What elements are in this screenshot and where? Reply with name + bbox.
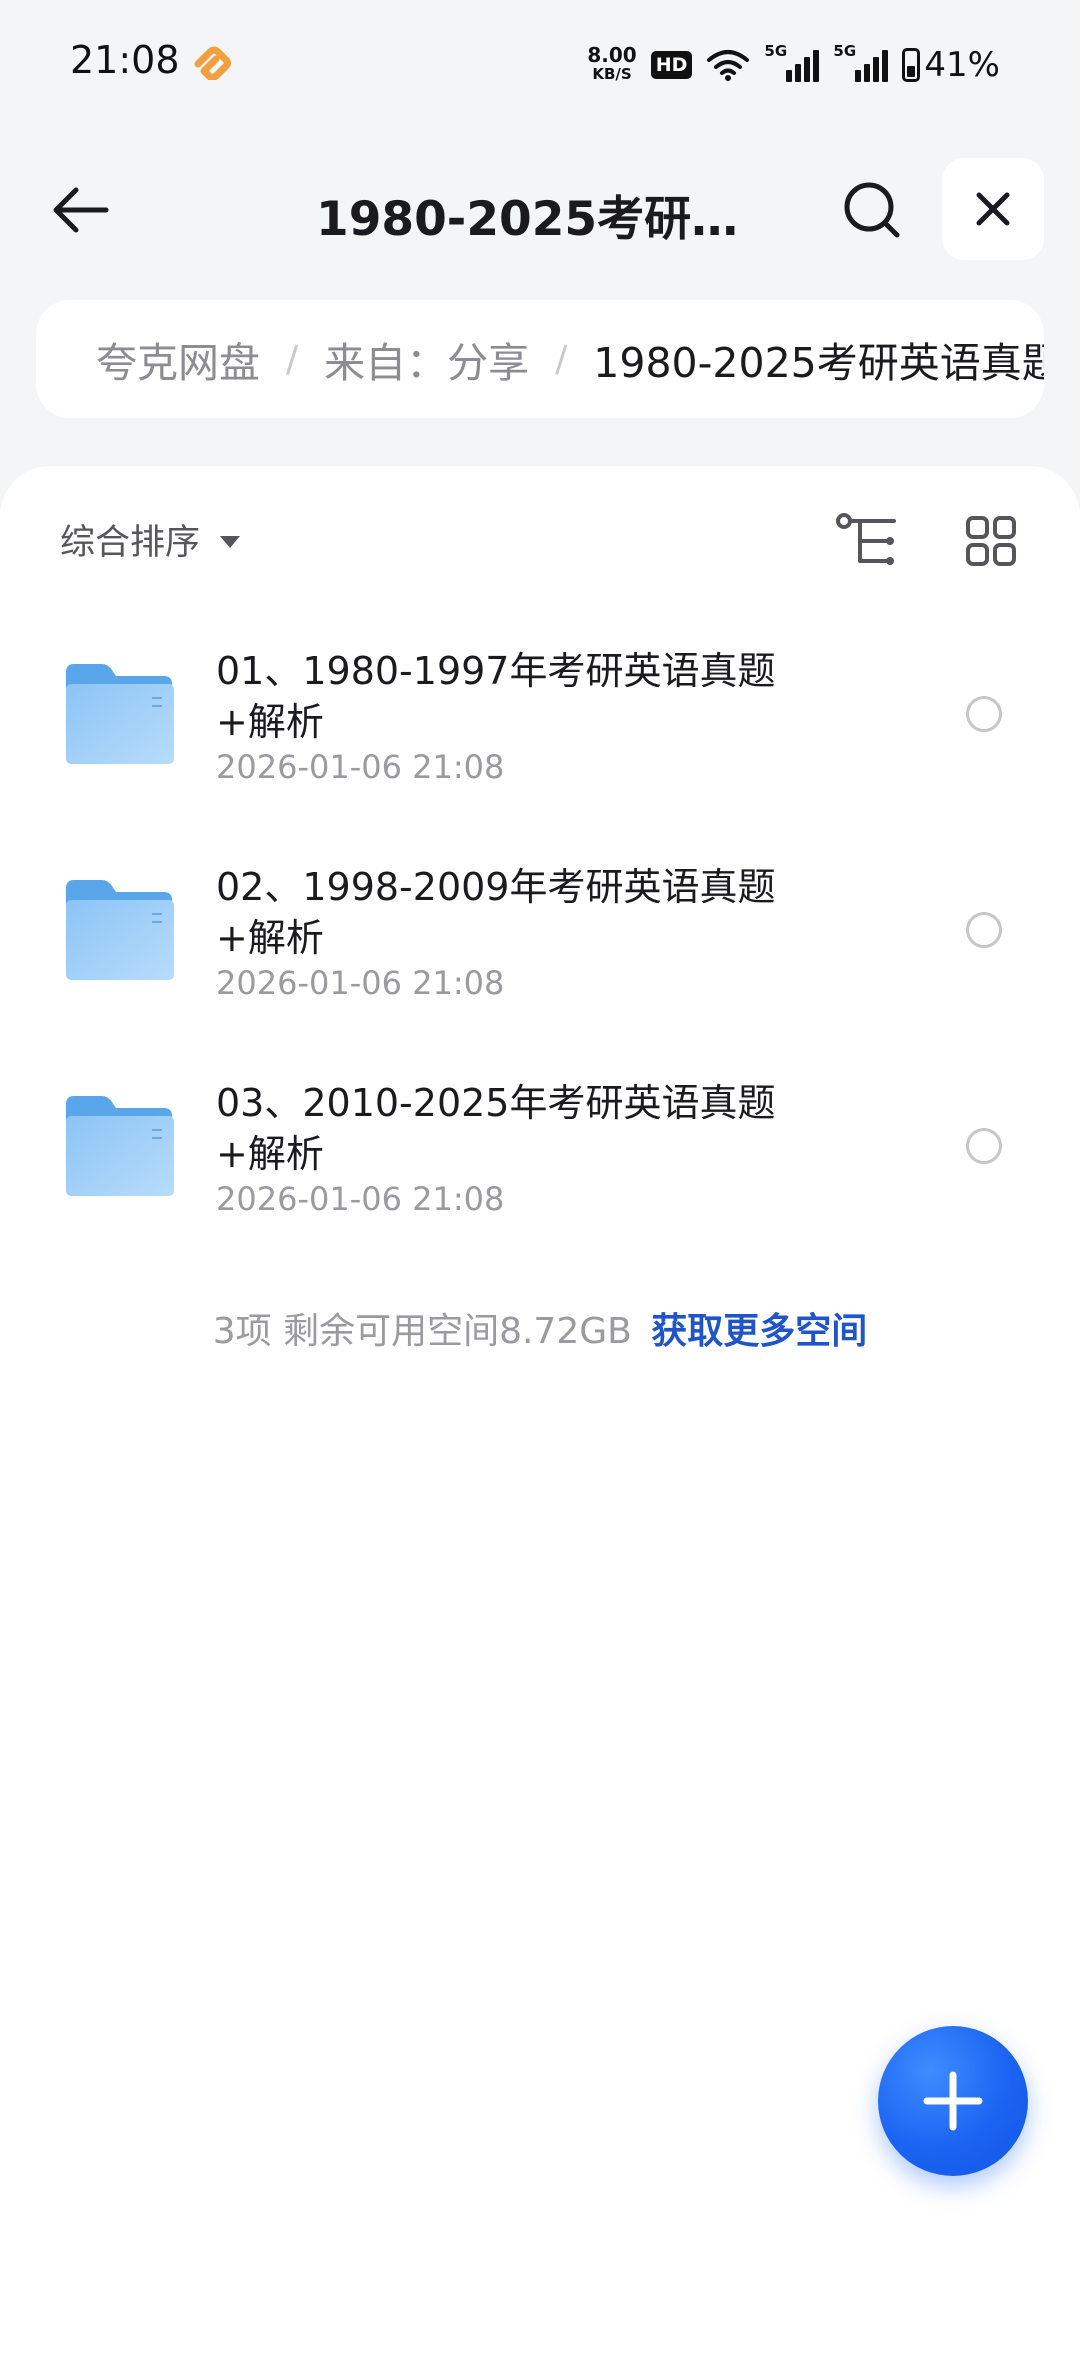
breadcrumb-item-current: 1980-2025考研英语真题+解析 [593, 339, 1044, 387]
folder-icon [66, 1096, 174, 1196]
sort-dropdown[interactable]: 综合排序 [60, 514, 241, 565]
battery-percent: 41% [924, 45, 1000, 85]
file-time: 2026-01-06 21:08 [216, 964, 505, 1002]
status-indicators: 8.00 KB/S HD 5G 5G 41% [587, 40, 1000, 90]
signal-icon: 5G [764, 42, 820, 82]
search-icon [844, 182, 900, 238]
file-row[interactable]: 01、1980-1997年考研英语真题+解析 2026-01-06 21:08 [0, 626, 1080, 842]
file-list: 01、1980-1997年考研英语真题+解析 2026-01-06 21:08 … [0, 626, 1080, 1274]
close-icon [976, 192, 1010, 226]
wifi-icon [707, 50, 750, 81]
tree-view-button[interactable] [832, 506, 902, 576]
breadcrumb-separator: / [555, 338, 568, 380]
get-more-space-link[interactable]: 获取更多空间 [651, 1311, 867, 1352]
storage-info: 3项 剩余可用空间8.72GB 获取更多空间 [0, 1302, 1080, 1354]
grid-icon [966, 516, 1016, 566]
breadcrumb-separator: / [286, 338, 299, 380]
arrow-left-icon [53, 187, 109, 233]
select-checkbox[interactable] [966, 912, 1002, 948]
battery-icon [902, 48, 921, 82]
add-button[interactable] [878, 2026, 1028, 2176]
folder-icon [66, 880, 174, 980]
back-button[interactable] [40, 170, 120, 250]
hd-badge: HD [650, 51, 693, 79]
close-button[interactable] [942, 158, 1044, 260]
breadcrumb-item-root[interactable]: 夸克网盘 [96, 329, 260, 389]
file-row[interactable]: 02、1998-2009年考研英语真题+解析 2026-01-06 21:08 [0, 842, 1080, 1058]
remaining-space: 剩余可用空间8.72GB [283, 1311, 632, 1352]
signal-icon: 5G [833, 42, 889, 82]
file-name: 03、2010-2025年考研英语真题+解析 [216, 1081, 776, 1176]
status-bar: 21:08 8.00 KB/S HD 5G 5G 41% [0, 0, 1080, 130]
network-speed: 8.00 KB/S [587, 43, 637, 83]
file-name: 02、1998-2009年考研英语真题+解析 [216, 865, 776, 960]
search-button[interactable] [832, 170, 912, 250]
breadcrumb: 夸克网盘 / 来自：分享 / 1980-2025考研英语真题+解析 [36, 300, 1044, 418]
page-title: 1980-2025考研英语真题+解析 [316, 192, 756, 247]
folder-icon [66, 664, 174, 764]
file-time: 2026-01-06 21:08 [216, 748, 505, 786]
top-app-bar: 1980-2025考研英语真题+解析 [0, 150, 1080, 270]
file-row[interactable]: 03、2010-2025年考研英语真题+解析 2026-01-06 21:08 [0, 1058, 1080, 1274]
file-name: 01、1980-1997年考研英语真题+解析 [216, 649, 776, 744]
item-count: 3项 [212, 1311, 272, 1352]
plus-icon [923, 2071, 983, 2131]
tree-structure-icon [836, 513, 896, 565]
select-checkbox[interactable] [966, 1128, 1002, 1164]
file-time: 2026-01-06 21:08 [216, 1180, 505, 1218]
breadcrumb-item-share[interactable]: 来自：分享 [324, 329, 529, 389]
battery-indicator: 41% [902, 45, 1000, 85]
status-time: 21:08 [70, 38, 180, 82]
select-checkbox[interactable] [966, 696, 1002, 732]
caret-down-icon [220, 535, 241, 548]
grid-view-button[interactable] [956, 506, 1026, 576]
sort-label: 综合排序 [60, 523, 201, 563]
app-logo-icon [194, 46, 231, 80]
